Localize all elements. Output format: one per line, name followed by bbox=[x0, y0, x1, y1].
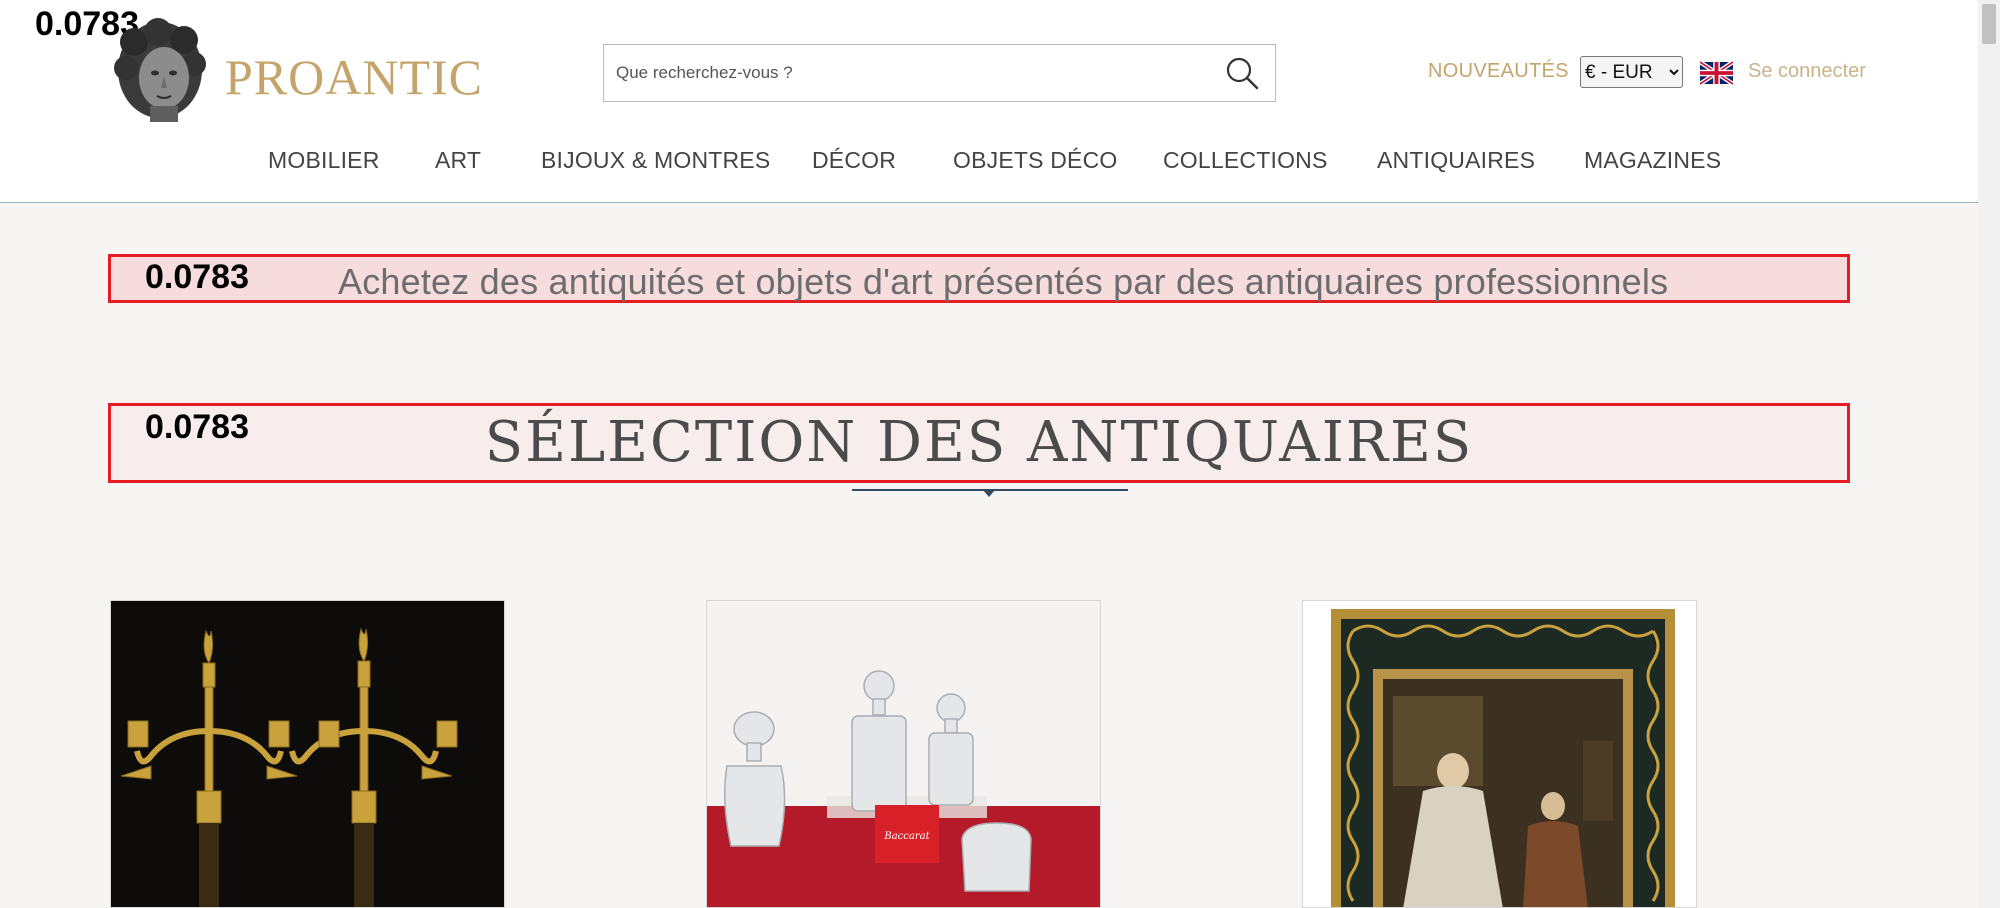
vertical-scrollbar[interactable] bbox=[1978, 0, 2000, 908]
login-link[interactable]: Se connecter bbox=[1748, 60, 1866, 83]
nav-item-collections[interactable]: COLLECTIONS bbox=[1163, 147, 1328, 174]
uk-flag-icon[interactable] bbox=[1698, 60, 1735, 86]
search-bar bbox=[603, 44, 1276, 102]
tagline-text: Achetez des antiquités et objets d'art p… bbox=[338, 261, 1669, 302]
logo-text[interactable]: PROANTIC bbox=[225, 48, 483, 106]
scrollbar-thumb[interactable] bbox=[1982, 4, 1996, 44]
title-underline-notch bbox=[983, 490, 995, 497]
product-card-crystal-decanters[interactable]: Baccarat bbox=[706, 600, 1101, 908]
site-header: 0.0783 PROANTIC NOUVEAUTÉS € - EU bbox=[0, 0, 1978, 203]
nav-item-mobilier[interactable]: MOBILIER bbox=[268, 147, 380, 174]
decanters-image: Baccarat bbox=[707, 601, 1100, 907]
main-nav: MOBILIER ART BIJOUX & MONTRES DÉCOR OBJE… bbox=[0, 147, 1978, 183]
section-title: SÉLECTION DES ANTIQUAIRES bbox=[484, 410, 1474, 475]
currency-select[interactable]: € - EUR bbox=[1580, 56, 1683, 88]
logo-bust-icon[interactable] bbox=[112, 18, 208, 122]
svg-text:Baccarat: Baccarat bbox=[883, 831, 930, 842]
product-card-framed-painting[interactable] bbox=[1302, 600, 1697, 908]
section-title-box: 0.0783 SÉLECTION DES ANTIQUAIRES bbox=[108, 403, 1850, 483]
nav-item-decor[interactable]: DÉCOR bbox=[812, 147, 896, 174]
product-card-candelabra[interactable] bbox=[110, 600, 505, 908]
painting-image bbox=[1303, 601, 1696, 907]
tagline-banner: 0.0783 Achetez des antiquités et objets … bbox=[108, 254, 1850, 303]
search-icon bbox=[1226, 57, 1259, 90]
search-button[interactable] bbox=[1223, 55, 1261, 93]
nouveautes-link[interactable]: NOUVEAUTÉS bbox=[1428, 60, 1569, 83]
search-input[interactable] bbox=[616, 45, 1196, 101]
candelabra-image bbox=[111, 601, 504, 907]
nav-item-art[interactable]: ART bbox=[435, 147, 481, 174]
nav-item-antiquaires[interactable]: ANTIQUAIRES bbox=[1377, 147, 1535, 174]
score-label: 0.0783 bbox=[145, 258, 249, 296]
nav-item-objets-deco[interactable]: OBJETS DÉCO bbox=[953, 147, 1118, 174]
nav-item-bijoux-montres[interactable]: BIJOUX & MONTRES bbox=[541, 147, 770, 174]
nav-item-magazines[interactable]: MAGAZINES bbox=[1584, 147, 1721, 174]
